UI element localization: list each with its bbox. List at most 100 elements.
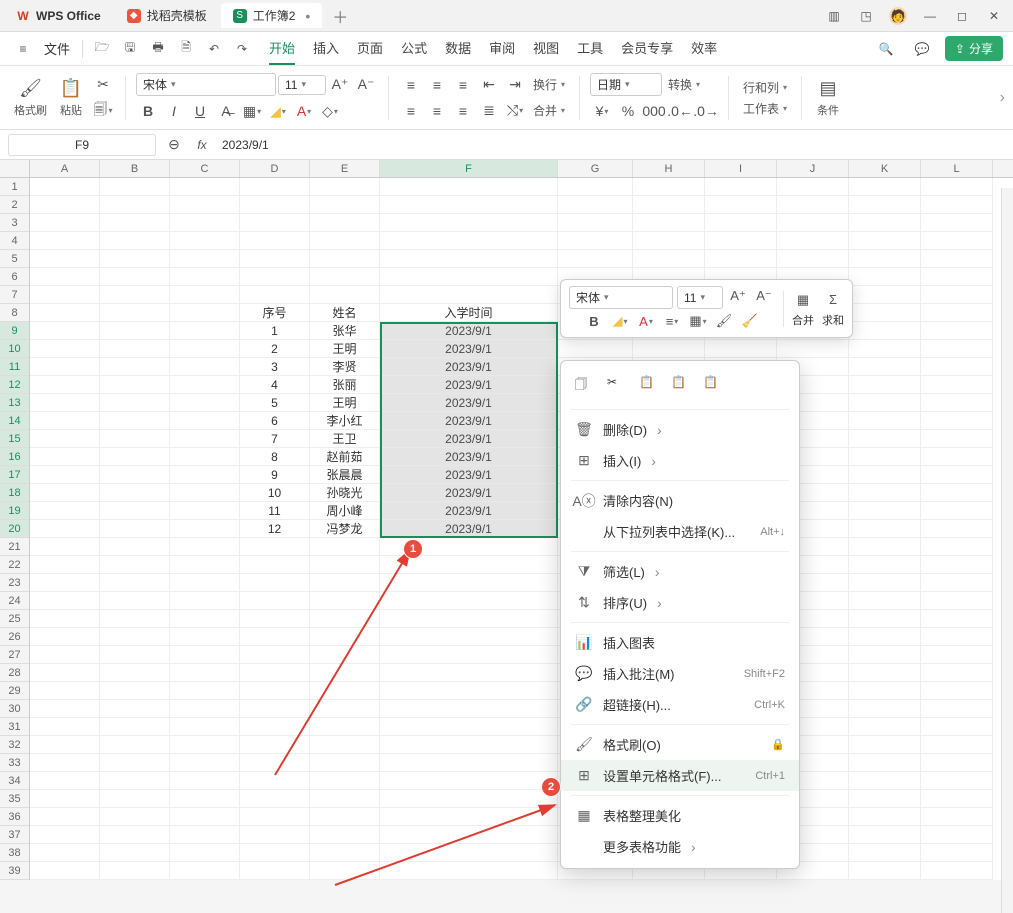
- cell-E20[interactable]: 冯梦龙: [310, 520, 380, 538]
- row-header-33[interactable]: 33: [0, 754, 29, 772]
- cell-E14[interactable]: 李小红: [310, 412, 380, 430]
- font-size-combo[interactable]: 11▾: [278, 75, 326, 95]
- cell-B1[interactable]: [100, 178, 170, 196]
- print-icon[interactable]: 🖶: [145, 36, 171, 62]
- cell-L27[interactable]: [921, 646, 993, 664]
- cell-F31[interactable]: [380, 718, 558, 736]
- row-header-1[interactable]: 1: [0, 178, 29, 196]
- cell-E13[interactable]: 王明: [310, 394, 380, 412]
- cell-A36[interactable]: [30, 808, 100, 826]
- cell-F17[interactable]: 2023/9/1: [380, 466, 558, 484]
- align-mid-icon[interactable]: ≡: [425, 74, 449, 96]
- select-all-corner[interactable]: [0, 160, 30, 177]
- cell-A26[interactable]: [30, 628, 100, 646]
- cell-F35[interactable]: [380, 790, 558, 808]
- cell-C14[interactable]: [170, 412, 240, 430]
- cell-B2[interactable]: [100, 196, 170, 214]
- cell-E21[interactable]: [310, 538, 380, 556]
- tab-insert[interactable]: 插入: [313, 32, 339, 65]
- cell-D31[interactable]: [240, 718, 310, 736]
- cell-A12[interactable]: [30, 376, 100, 394]
- cell-E1[interactable]: [310, 178, 380, 196]
- cell-C3[interactable]: [170, 214, 240, 232]
- cell-L35[interactable]: [921, 790, 993, 808]
- ctx-painter[interactable]: 🖌格式刷(O)🔒: [561, 729, 799, 760]
- col-header-B[interactable]: B: [100, 160, 170, 177]
- cell-K15[interactable]: [849, 430, 921, 448]
- cell-A33[interactable]: [30, 754, 100, 772]
- cell-L25[interactable]: [921, 610, 993, 628]
- row-header-8[interactable]: 8: [0, 304, 29, 322]
- cell-K16[interactable]: [849, 448, 921, 466]
- cell-A32[interactable]: [30, 736, 100, 754]
- cell-A28[interactable]: [30, 664, 100, 682]
- close-icon[interactable]: ✕: [985, 7, 1003, 25]
- align-left-icon[interactable]: ≡: [399, 100, 423, 122]
- cell-B10[interactable]: [100, 340, 170, 358]
- cell-C13[interactable]: [170, 394, 240, 412]
- cell-F20[interactable]: 2023/9/1: [380, 520, 558, 538]
- cell-D32[interactable]: [240, 736, 310, 754]
- mini-font-combo[interactable]: 宋体▾: [569, 286, 673, 309]
- italic-icon[interactable]: I: [162, 100, 186, 122]
- cell-F7[interactable]: [380, 286, 558, 304]
- cell-L2[interactable]: [921, 196, 993, 214]
- cell-A22[interactable]: [30, 556, 100, 574]
- mini-bold-icon[interactable]: B: [583, 311, 605, 331]
- align-center-icon[interactable]: ≡: [425, 100, 449, 122]
- cell-K19[interactable]: [849, 502, 921, 520]
- underline-icon[interactable]: U: [188, 100, 212, 122]
- cell-C4[interactable]: [170, 232, 240, 250]
- row-header-17[interactable]: 17: [0, 466, 29, 484]
- row-header-32[interactable]: 32: [0, 736, 29, 754]
- row-header-34[interactable]: 34: [0, 772, 29, 790]
- cell-D21[interactable]: [240, 538, 310, 556]
- cell-D5[interactable]: [240, 250, 310, 268]
- cell-B39[interactable]: [100, 862, 170, 880]
- cell-D14[interactable]: 6: [240, 412, 310, 430]
- cell-C31[interactable]: [170, 718, 240, 736]
- tab-efficiency[interactable]: 效率: [691, 32, 717, 65]
- row-header-7[interactable]: 7: [0, 286, 29, 304]
- cell-A35[interactable]: [30, 790, 100, 808]
- cell-G5[interactable]: [558, 250, 633, 268]
- cell-C10[interactable]: [170, 340, 240, 358]
- cell-A19[interactable]: [30, 502, 100, 520]
- mini-fill-icon[interactable]: ◢: [609, 311, 631, 331]
- ctx-beautify[interactable]: ▦表格整理美化: [561, 800, 799, 831]
- cell-D28[interactable]: [240, 664, 310, 682]
- vertical-scrollbar[interactable]: [1001, 188, 1013, 913]
- orientation-icon[interactable]: ⤭: [503, 100, 527, 122]
- cell-A5[interactable]: [30, 250, 100, 268]
- ctx-cut-icon[interactable]: ✂: [607, 375, 629, 397]
- cell-B22[interactable]: [100, 556, 170, 574]
- cell-K30[interactable]: [849, 700, 921, 718]
- cell-A7[interactable]: [30, 286, 100, 304]
- indent-dec-icon[interactable]: ⇤: [477, 74, 501, 96]
- cell-F37[interactable]: [380, 826, 558, 844]
- increase-font-icon[interactable]: A⁺: [328, 74, 352, 96]
- col-header-E[interactable]: E: [310, 160, 380, 177]
- cell-B37[interactable]: [100, 826, 170, 844]
- cell-F39[interactable]: [380, 862, 558, 880]
- align-justify-icon[interactable]: ≣: [477, 100, 501, 122]
- cell-F13[interactable]: 2023/9/1: [380, 394, 558, 412]
- cell-D34[interactable]: [240, 772, 310, 790]
- cell-B23[interactable]: [100, 574, 170, 592]
- cell-F22[interactable]: [380, 556, 558, 574]
- cell-C8[interactable]: [170, 304, 240, 322]
- cell-E29[interactable]: [310, 682, 380, 700]
- ribbon-overflow-icon[interactable]: ›: [1000, 89, 1005, 107]
- cell-K9[interactable]: [849, 322, 921, 340]
- name-box[interactable]: F9: [8, 134, 156, 156]
- cell-K8[interactable]: [849, 304, 921, 322]
- cell-L23[interactable]: [921, 574, 993, 592]
- bold-icon[interactable]: B: [136, 100, 160, 122]
- cube-icon[interactable]: ◳: [857, 7, 875, 25]
- cell-F30[interactable]: [380, 700, 558, 718]
- cell-F2[interactable]: [380, 196, 558, 214]
- cell-C33[interactable]: [170, 754, 240, 772]
- cell-L34[interactable]: [921, 772, 993, 790]
- decrease-font-icon[interactable]: A⁻: [354, 74, 378, 96]
- cell-B17[interactable]: [100, 466, 170, 484]
